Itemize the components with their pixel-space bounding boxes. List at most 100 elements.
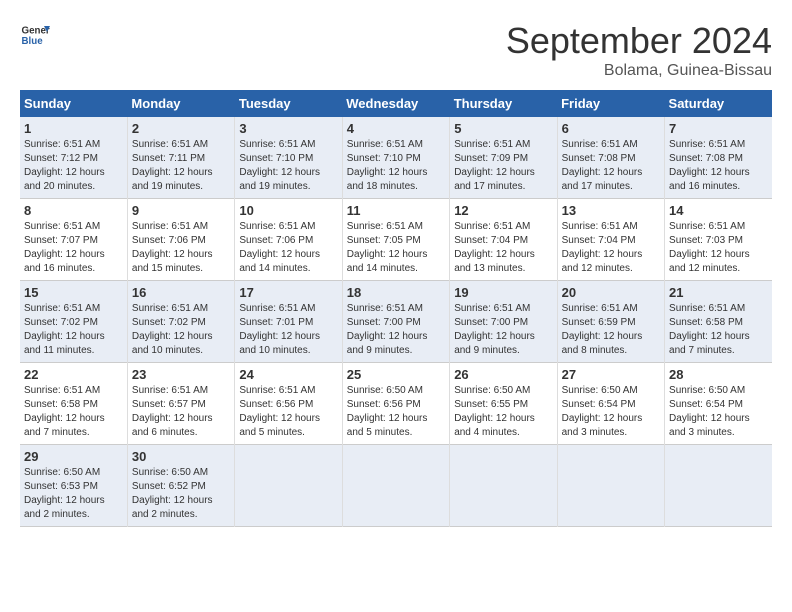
col-wednesday: Wednesday xyxy=(342,90,449,117)
calendar-cell: 15 Sunrise: 6:51 AMSunset: 7:02 PMDayligh… xyxy=(20,281,127,363)
day-info: Sunrise: 6:51 AMSunset: 7:04 PMDaylight:… xyxy=(562,220,660,276)
calendar-cell: 3 Sunrise: 6:51 AMSunset: 7:10 PMDaylight… xyxy=(235,117,342,199)
calendar-cell: 8 Sunrise: 6:51 AMSunset: 7:07 PMDaylight… xyxy=(20,199,127,281)
day-info: Sunrise: 6:51 AMSunset: 7:05 PMDaylight:… xyxy=(347,220,445,276)
table-row: 22Sunrise: 6:51 AMSunset: 6:58 PMDayligh… xyxy=(20,363,772,445)
calendar-cell: 6 Sunrise: 6:51 AMSunset: 7:08 PMDaylight… xyxy=(557,117,664,199)
day-info: Sunrise: 6:51 AMSunset: 7:00 PMDaylight:… xyxy=(347,302,445,358)
day-number: 22 xyxy=(24,367,123,382)
page-header: General Blue September 2024 Bolama, Guin… xyxy=(20,20,772,80)
calendar-cell: 12 Sunrise: 6:51 AMSunset: 7:04 PMDayligh… xyxy=(450,199,557,281)
day-number: 6 xyxy=(562,121,660,136)
day-info: Sunrise: 6:50 AMSunset: 6:54 PMDaylight:… xyxy=(562,384,660,440)
col-tuesday: Tuesday xyxy=(235,90,342,117)
day-info: Sunrise: 6:51 AMSunset: 7:03 PMDaylight:… xyxy=(669,220,768,276)
day-info: Sunrise: 6:51 AMSunset: 7:10 PMDaylight:… xyxy=(347,138,445,194)
calendar-cell: 9 Sunrise: 6:51 AMSunset: 7:06 PMDaylight… xyxy=(127,199,234,281)
calendar-table: Sunday Monday Tuesday Wednesday Thursday… xyxy=(20,90,772,527)
day-info: Sunrise: 6:51 AMSunset: 7:04 PMDaylight:… xyxy=(454,220,552,276)
location: Bolama, Guinea-Bissau xyxy=(506,62,772,80)
col-thursday: Thursday xyxy=(450,90,557,117)
day-info: Sunrise: 6:51 AMSunset: 7:06 PMDaylight:… xyxy=(239,220,337,276)
day-number: 23 xyxy=(132,367,230,382)
calendar-cell: 14 Sunrise: 6:51 AMSunset: 7:03 PMDayligh… xyxy=(665,199,772,281)
day-info: Sunrise: 6:51 AMSunset: 7:07 PMDaylight:… xyxy=(24,220,123,276)
table-row: 15 Sunrise: 6:51 AMSunset: 7:02 PMDayligh… xyxy=(20,281,772,363)
calendar-cell: 4 Sunrise: 6:51 AMSunset: 7:10 PMDaylight… xyxy=(342,117,449,199)
calendar-cell: 28 Sunrise: 6:50 AMSunset: 6:54 PMDayligh… xyxy=(665,363,772,445)
calendar-cell: 26 Sunrise: 6:50 AMSunset: 6:55 PMDayligh… xyxy=(450,363,557,445)
day-number: 4 xyxy=(347,121,445,136)
day-number: 3 xyxy=(239,121,337,136)
calendar-cell: 30 Sunrise: 6:50 AMSunset: 6:52 PMDayligh… xyxy=(127,445,234,527)
day-info: Sunrise: 6:50 AMSunset: 6:54 PMDaylight:… xyxy=(669,384,768,440)
col-monday: Monday xyxy=(127,90,234,117)
day-number: 7 xyxy=(669,121,768,136)
calendar-cell: 18 Sunrise: 6:51 AMSunset: 7:00 PMDayligh… xyxy=(342,281,449,363)
day-info: Sunrise: 6:50 AMSunset: 6:55 PMDaylight:… xyxy=(454,384,552,440)
empty-cell xyxy=(235,445,342,527)
day-number: 27 xyxy=(562,367,660,382)
table-row: 29 Sunrise: 6:50 AMSunset: 6:53 PMDayligh… xyxy=(20,445,772,527)
calendar-cell: 10 Sunrise: 6:51 AMSunset: 7:06 PMDayligh… xyxy=(235,199,342,281)
calendar-cell: 25 Sunrise: 6:50 AMSunset: 6:56 PMDayligh… xyxy=(342,363,449,445)
day-number: 12 xyxy=(454,203,552,218)
day-info: Sunrise: 6:51 AMSunset: 6:57 PMDaylight:… xyxy=(132,384,230,440)
day-number: 18 xyxy=(347,285,445,300)
table-row: 1Sunrise: 6:51 AMSunset: 7:12 PMDaylight… xyxy=(20,117,772,199)
day-number: 20 xyxy=(562,285,660,300)
empty-cell xyxy=(665,445,772,527)
day-number: 19 xyxy=(454,285,552,300)
calendar-cell: 16Sunrise: 6:51 AMSunset: 7:02 PMDayligh… xyxy=(127,281,234,363)
title-block: September 2024 Bolama, Guinea-Bissau xyxy=(506,20,772,80)
day-info: Sunrise: 6:51 AMSunset: 7:02 PMDaylight:… xyxy=(24,302,123,358)
day-number: 10 xyxy=(239,203,337,218)
day-info: Sunrise: 6:50 AMSunset: 6:52 PMDaylight:… xyxy=(132,466,230,522)
logo-icon: General Blue xyxy=(20,20,50,50)
day-info: Sunrise: 6:51 AMSunset: 6:59 PMDaylight:… xyxy=(562,302,660,358)
day-info: Sunrise: 6:51 AMSunset: 7:01 PMDaylight:… xyxy=(239,302,337,358)
day-info: Sunrise: 6:50 AMSunset: 6:56 PMDaylight:… xyxy=(347,384,445,440)
calendar-header-row: Sunday Monday Tuesday Wednesday Thursday… xyxy=(20,90,772,117)
day-number: 25 xyxy=(347,367,445,382)
day-number: 2 xyxy=(132,121,230,136)
logo: General Blue xyxy=(20,20,50,50)
day-number: 21 xyxy=(669,285,768,300)
svg-text:Blue: Blue xyxy=(22,36,44,47)
day-number: 14 xyxy=(669,203,768,218)
day-info: Sunrise: 6:51 AMSunset: 6:56 PMDaylight:… xyxy=(239,384,337,440)
day-number: 16 xyxy=(132,285,230,300)
col-sunday: Sunday xyxy=(20,90,127,117)
day-number: 28 xyxy=(669,367,768,382)
calendar-cell: 11 Sunrise: 6:51 AMSunset: 7:05 PMDayligh… xyxy=(342,199,449,281)
calendar-cell: 27 Sunrise: 6:50 AMSunset: 6:54 PMDayligh… xyxy=(557,363,664,445)
day-number: 15 xyxy=(24,285,123,300)
day-number: 30 xyxy=(132,449,230,464)
table-row: 8 Sunrise: 6:51 AMSunset: 7:07 PMDaylight… xyxy=(20,199,772,281)
day-info: Sunrise: 6:51 AMSunset: 7:08 PMDaylight:… xyxy=(562,138,660,194)
calendar-cell: 17 Sunrise: 6:51 AMSunset: 7:01 PMDayligh… xyxy=(235,281,342,363)
day-info: Sunrise: 6:51 AMSunset: 7:10 PMDaylight:… xyxy=(239,138,337,194)
day-info: Sunrise: 6:51 AMSunset: 7:09 PMDaylight:… xyxy=(454,138,552,194)
col-friday: Friday xyxy=(557,90,664,117)
empty-cell xyxy=(450,445,557,527)
day-number: 26 xyxy=(454,367,552,382)
day-info: Sunrise: 6:51 AMSunset: 7:11 PMDaylight:… xyxy=(132,138,230,194)
day-number: 13 xyxy=(562,203,660,218)
day-info: Sunrise: 6:51 AMSunset: 7:06 PMDaylight:… xyxy=(132,220,230,276)
day-number: 8 xyxy=(24,203,123,218)
calendar-cell: 1Sunrise: 6:51 AMSunset: 7:12 PMDaylight… xyxy=(20,117,127,199)
day-number: 17 xyxy=(239,285,337,300)
day-info: Sunrise: 6:51 AMSunset: 7:08 PMDaylight:… xyxy=(669,138,768,194)
day-number: 29 xyxy=(24,449,123,464)
day-info: Sunrise: 6:50 AMSunset: 6:53 PMDaylight:… xyxy=(24,466,123,522)
calendar-cell: 21Sunrise: 6:51 AMSunset: 6:58 PMDayligh… xyxy=(665,281,772,363)
empty-cell xyxy=(557,445,664,527)
col-saturday: Saturday xyxy=(665,90,772,117)
day-number: 1 xyxy=(24,121,123,136)
calendar-cell: 22Sunrise: 6:51 AMSunset: 6:58 PMDayligh… xyxy=(20,363,127,445)
calendar-cell: 2 Sunrise: 6:51 AMSunset: 7:11 PMDaylight… xyxy=(127,117,234,199)
calendar-cell: 19Sunrise: 6:51 AMSunset: 7:00 PMDayligh… xyxy=(450,281,557,363)
day-number: 11 xyxy=(347,203,445,218)
day-number: 9 xyxy=(132,203,230,218)
